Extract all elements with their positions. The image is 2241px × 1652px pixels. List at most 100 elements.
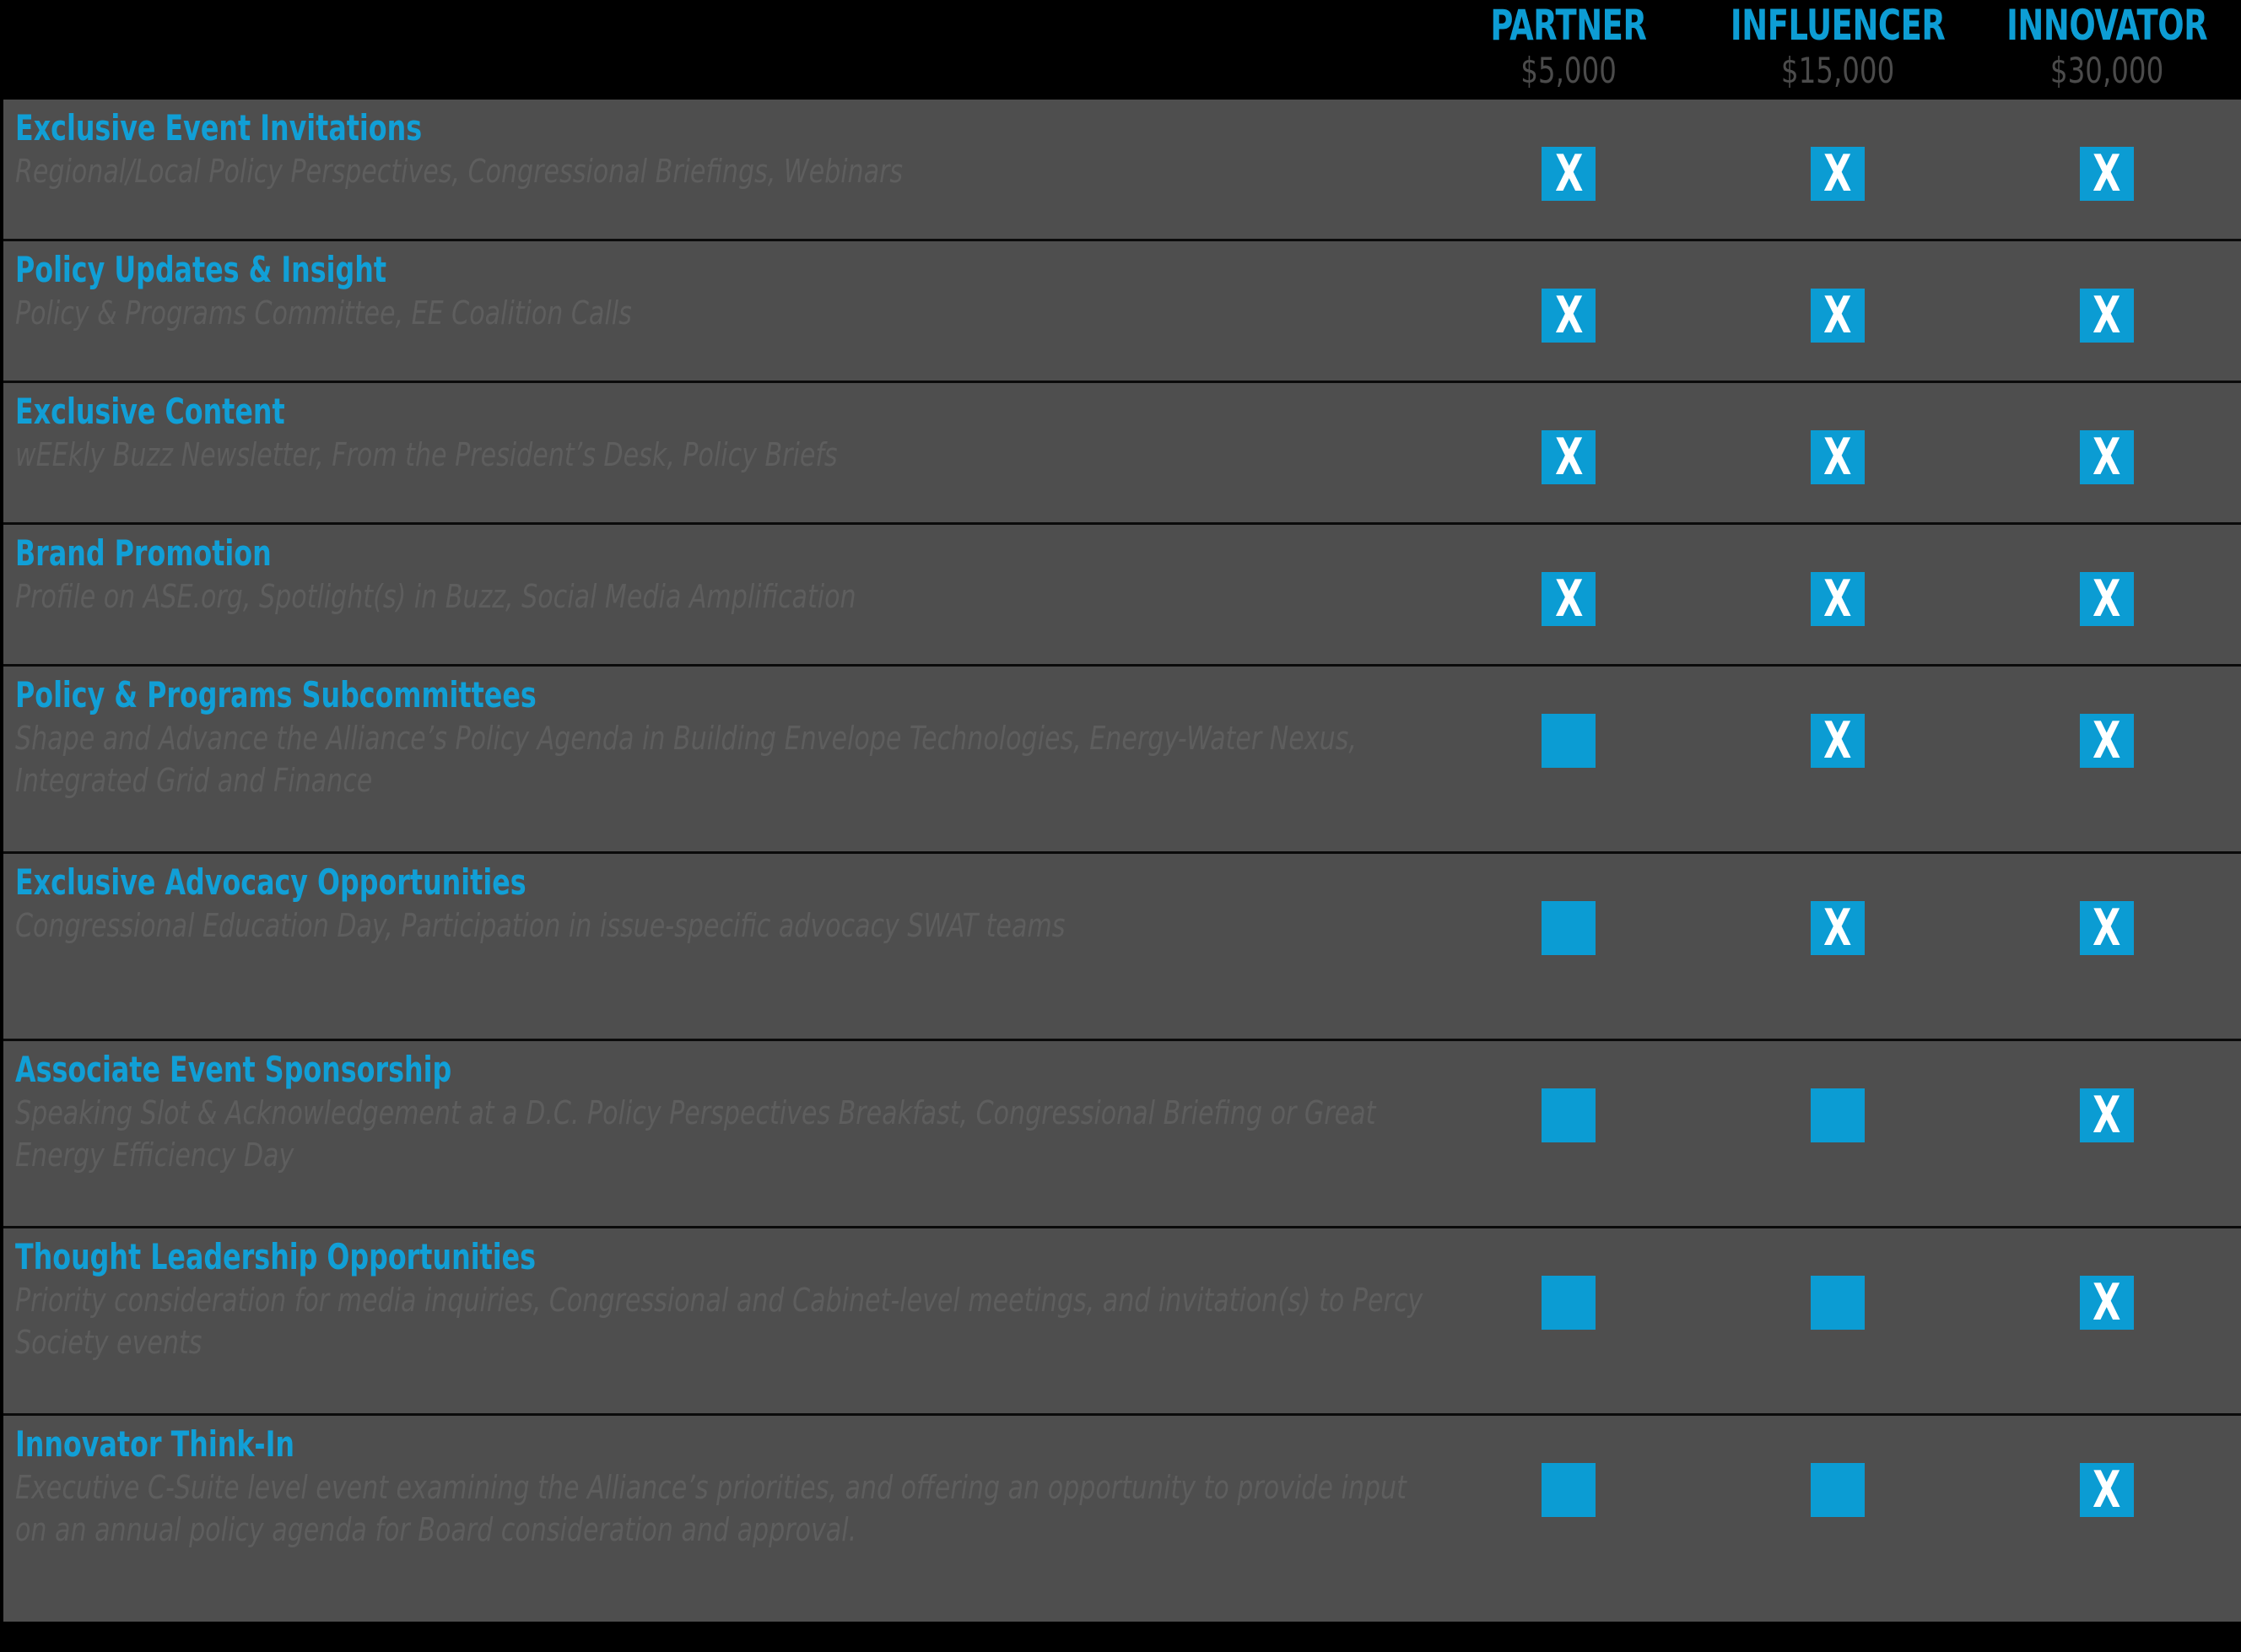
not-included-mark-icon: X: [1542, 1088, 1596, 1142]
x-glyph: X: [1823, 428, 1852, 487]
mark-cell-3: X: [1972, 1463, 2241, 1622]
benefit-text-block: Exclusive Advocacy Opportunities Congress…: [3, 854, 1434, 947]
mark-cell-3: X: [1972, 147, 2241, 239]
x-glyph: X: [2092, 144, 2121, 203]
benefit-description: Priority consideration for media inquiri…: [15, 1282, 1423, 1361]
table-header: PARTNER $5,000 INFLUENCER $15,000 INNOVATOR $…: [0, 0, 2241, 100]
benefit-description: Executive C-Suite level event examining …: [15, 1469, 1407, 1548]
included-mark-icon: X: [2079, 1088, 2134, 1142]
x-glyph: X: [1823, 286, 1852, 345]
included-mark-icon: X: [1811, 289, 1865, 343]
mark-cell-3: X: [1972, 289, 2241, 381]
mark-cell-1: X: [1434, 901, 1704, 1039]
benefit-row: Brand Promotion Profile on ASE.org, Spotl…: [3, 525, 2241, 667]
benefit-row: Innovator Think-In Executive C-Suite leve…: [3, 1416, 2241, 1622]
included-mark-icon: X: [1811, 901, 1865, 955]
included-mark-icon: X: [2079, 144, 2134, 203]
included-mark-icon: X: [1542, 289, 1596, 343]
mark-cell-3: X: [1972, 1276, 2241, 1413]
benefit-description: Speaking Slot & Acknowledgement at a D.C…: [15, 1094, 1376, 1174]
benefit-marks-group: XXX: [1434, 383, 2241, 522]
benefit-text-block: Brand Promotion Profile on ASE.org, Spotl…: [3, 525, 1434, 618]
benefit-description: Shape and Advance the Alliance’s Policy …: [15, 720, 1357, 799]
not-included-mark-icon: X: [1542, 901, 1596, 955]
mark-cell-3: X: [1972, 901, 2241, 1039]
included-mark-icon: X: [1542, 430, 1596, 484]
mark-cell-2: X: [1704, 1276, 1973, 1413]
x-glyph: X: [1823, 711, 1852, 770]
mark-cell-3: X: [1972, 572, 2241, 664]
x-glyph: X: [2092, 899, 2121, 958]
included-mark-icon: X: [1542, 572, 1596, 626]
x-glyph: X: [1554, 428, 1583, 487]
tier-column-2: INFLUENCER $15,000: [1704, 0, 1973, 100]
membership-benefits-table: PARTNER $5,000 INFLUENCER $15,000 INNOVATOR $…: [0, 0, 2241, 1652]
x-glyph: X: [2092, 428, 2121, 487]
benefit-description: Congressional Education Day, Participati…: [15, 907, 1066, 944]
mark-cell-2: X: [1704, 572, 1973, 664]
x-glyph: X: [1823, 570, 1852, 629]
benefit-description: Regional/Local Policy Perspectives, Cong…: [15, 153, 904, 190]
not-included-mark-icon: X: [1811, 1276, 1865, 1330]
benefit-title: Thought Leadership Opportunities: [15, 1236, 537, 1277]
tier-column-1: PARTNER $5,000: [1434, 0, 1704, 100]
mark-cell-3: X: [1972, 1088, 2241, 1226]
benefit-title: Exclusive Advocacy Opportunities: [15, 861, 526, 903]
benefit-marks-group: XXX: [1434, 1041, 2241, 1226]
x-glyph: X: [2092, 711, 2121, 770]
x-glyph: X: [2092, 570, 2121, 629]
included-mark-icon: X: [1542, 147, 1596, 201]
included-mark-icon: X: [2079, 899, 2134, 958]
not-included-mark-icon: X: [1542, 1276, 1596, 1330]
mark-cell-1: X: [1434, 147, 1704, 239]
tier-header-group: PARTNER $5,000 INFLUENCER $15,000 INNOVATOR $…: [1434, 0, 2241, 100]
benefit-row: Exclusive Content wEEkly Buzz Newsletter,…: [3, 383, 2241, 525]
mark-cell-1: X: [1434, 1276, 1704, 1413]
included-mark-icon: X: [2079, 428, 2134, 487]
not-included-mark-icon: X: [1542, 714, 1596, 768]
benefit-text-block: Policy & Programs Subcommittees Shape and…: [3, 667, 1434, 802]
benefit-text-block: Policy Updates & Insight Policy & Program…: [3, 241, 1434, 334]
mark-cell-2: X: [1704, 1463, 1973, 1622]
benefit-row: Policy & Programs Subcommittees Shape and…: [3, 667, 2241, 854]
tier-name: INFLUENCER: [1730, 1, 1946, 50]
benefit-rows-area: Exclusive Event Invitations Regional/Loca…: [0, 100, 2241, 1652]
included-mark-icon: X: [1811, 147, 1865, 201]
benefit-title: Associate Event Sponsorship: [15, 1049, 452, 1090]
mark-cell-2: X: [1704, 147, 1973, 239]
benefit-row: Exclusive Event Invitations Regional/Loca…: [3, 100, 2241, 241]
included-mark-icon: X: [2079, 1276, 2134, 1330]
benefit-marks-group: XXX: [1434, 1416, 2241, 1622]
tier-price: $5,000: [1520, 50, 1617, 91]
included-mark-icon: X: [2079, 286, 2134, 345]
included-mark-icon: X: [2079, 1460, 2134, 1520]
benefit-description: Profile on ASE.org, Spotlight(s) in Buzz…: [15, 578, 856, 615]
mark-cell-1: X: [1434, 714, 1704, 851]
benefit-title: Policy & Programs Subcommittees: [15, 674, 537, 715]
tier-price: $30,000: [2049, 50, 2163, 91]
benefit-title: Brand Promotion: [15, 532, 272, 574]
benefit-text-block: Exclusive Event Invitations Regional/Loca…: [3, 100, 1434, 192]
tier-column-3: INNOVATOR $30,000: [1972, 0, 2241, 100]
benefit-text-block: Associate Event Sponsorship Speaking Slot…: [3, 1041, 1434, 1176]
benefit-marks-group: XXX: [1434, 100, 2241, 239]
benefit-row: Thought Leadership Opportunities Priority…: [3, 1228, 2241, 1416]
x-glyph: X: [2092, 1460, 2121, 1520]
benefit-description: wEEkly Buzz Newsletter, From the Preside…: [15, 436, 838, 473]
benefit-text-block: Thought Leadership Opportunities Priority…: [3, 1228, 1434, 1363]
mark-cell-1: X: [1434, 430, 1704, 522]
not-included-mark-icon: X: [1811, 1088, 1865, 1142]
mark-cell-3: X: [1972, 714, 2241, 851]
mark-cell-2: X: [1704, 430, 1973, 522]
included-mark-icon: X: [2079, 570, 2134, 629]
tier-name: PARTNER: [1490, 1, 1648, 50]
benefit-row: Policy Updates & Insight Policy & Program…: [3, 241, 2241, 383]
benefit-title: Exclusive Content: [15, 391, 285, 432]
mark-cell-2: X: [1704, 714, 1973, 851]
benefit-row: Associate Event Sponsorship Speaking Slot…: [3, 1041, 2241, 1228]
x-glyph: X: [1554, 570, 1583, 629]
x-glyph: X: [2092, 286, 2121, 345]
benefit-title: Exclusive Event Invitations: [15, 107, 423, 148]
mark-cell-2: X: [1704, 901, 1973, 1039]
benefit-row: Exclusive Advocacy Opportunities Congress…: [3, 854, 2241, 1041]
